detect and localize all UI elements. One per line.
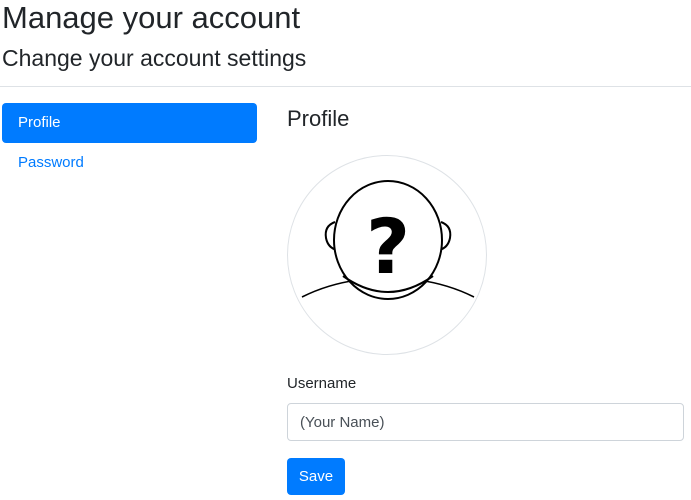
username-input[interactable]: [287, 403, 684, 441]
page-title: Manage your account: [2, 0, 301, 35]
nav-item-profile[interactable]: Profile: [2, 103, 257, 143]
nav-item-password[interactable]: Password: [2, 143, 257, 183]
avatar: ?: [287, 155, 487, 355]
svg-text:?: ?: [366, 202, 410, 291]
username-label: Username: [287, 375, 357, 392]
header-divider: [0, 86, 691, 87]
section-title: Profile: [287, 106, 350, 131]
page-subtitle: Change your account settings: [2, 45, 307, 71]
settings-nav: Profile Password: [2, 103, 257, 183]
save-button[interactable]: Save: [287, 458, 345, 495]
unknown-user-silhouette-icon: ?: [301, 180, 475, 300]
